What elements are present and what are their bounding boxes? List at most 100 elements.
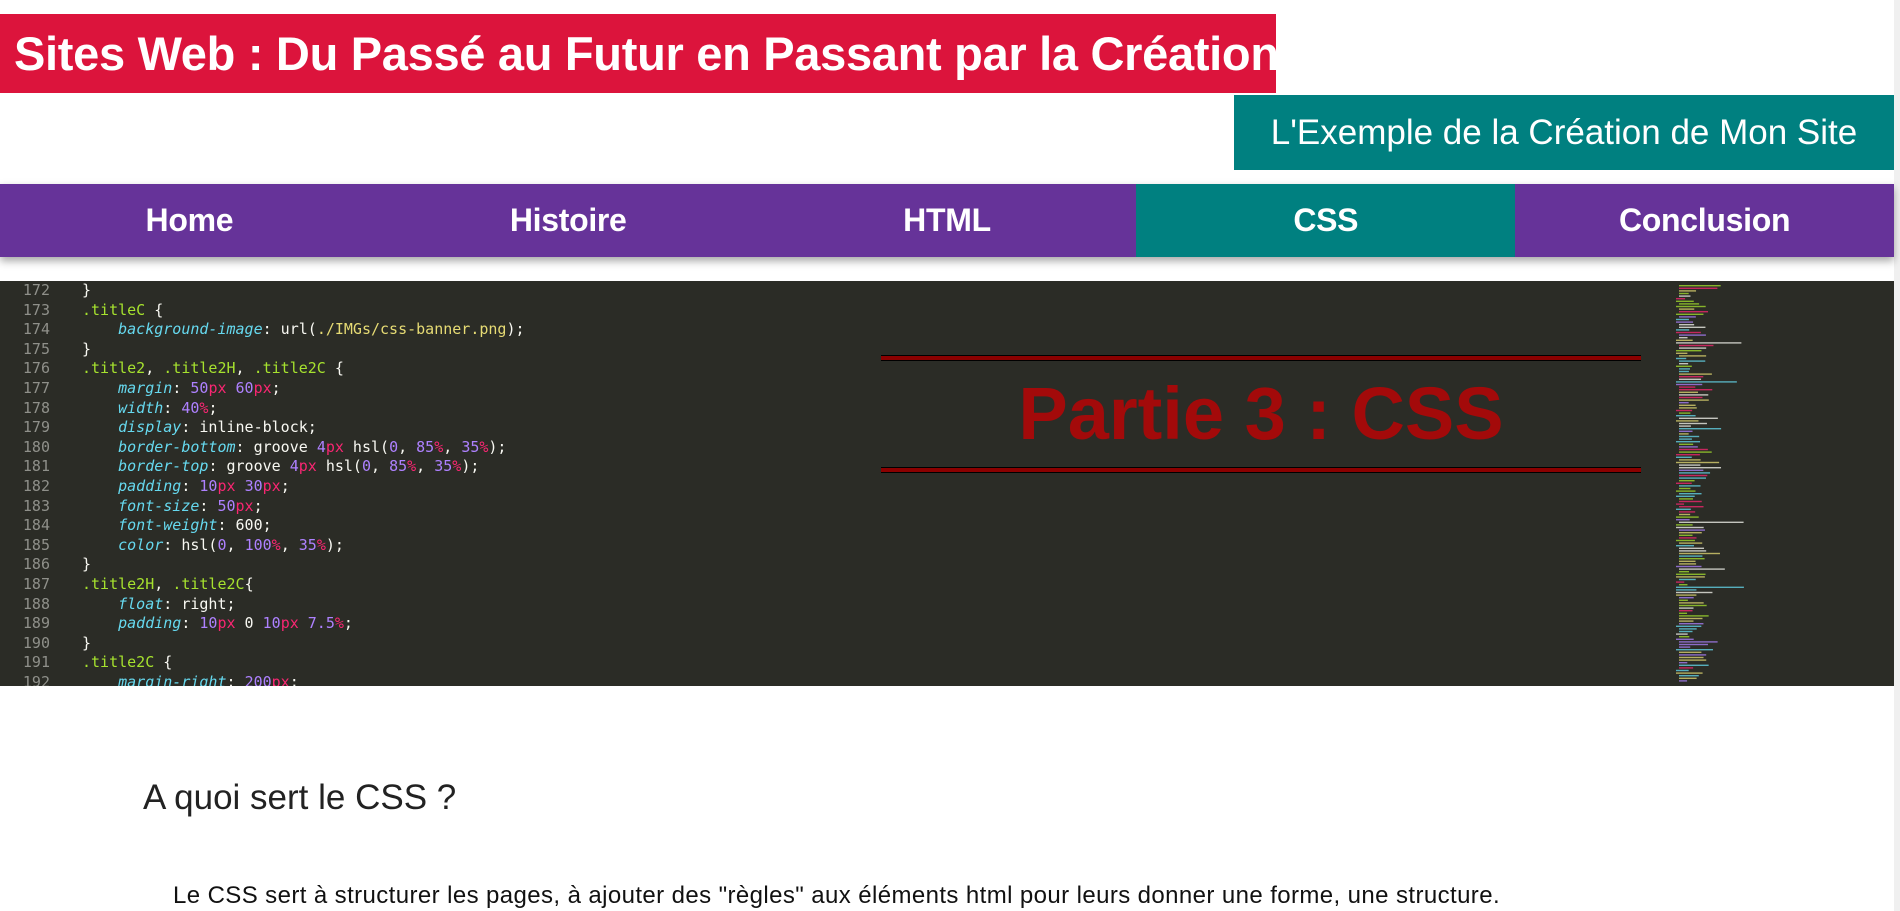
nav-item-home[interactable]: Home: [0, 184, 379, 257]
banner-title: Partie 3 : CSS: [1018, 372, 1504, 455]
minimap-line: [1676, 329, 1690, 331]
minimap-line: [1679, 344, 1714, 347]
code-line-number: 186: [22, 555, 50, 574]
code-line: 179 display: inline-block;: [0, 418, 525, 438]
minimap-line: [1676, 490, 1696, 492]
minimap-line: [1679, 448, 1708, 451]
section-heading: A quoi sert le CSS ?: [143, 778, 457, 817]
minimap-line: [1679, 308, 1695, 310]
minimap-line: [1679, 664, 1709, 666]
minimap-line: [1679, 620, 1694, 622]
minimap-line: [1679, 628, 1697, 630]
code-line: 175}: [0, 340, 525, 360]
minimap-line: [1679, 662, 1688, 664]
page-scrollbar-track[interactable]: [1894, 0, 1900, 911]
minimap-line: [1679, 563, 1697, 565]
minimap-line: [1679, 334, 1706, 336]
code-line: 178 width: 40%;: [0, 399, 525, 419]
code-line: 180 border-bottom: groove 4px hsl(0, 85%…: [0, 438, 525, 458]
minimap-line: [1676, 672, 1703, 674]
minimap-line: [1679, 404, 1696, 406]
minimap-line: [1679, 324, 1695, 326]
minimap-line: [1679, 659, 1707, 661]
minimap-line: [1679, 407, 1697, 409]
minimap-line: [1679, 506, 1704, 508]
minimap-line: [1679, 550, 1707, 552]
minimap-line: [1679, 511, 1696, 513]
code-screenshot: 172} 173 .titleC {174 background-image: ur…: [0, 281, 525, 686]
minimap-line: [1679, 464, 1701, 466]
code-line-number: 177: [22, 378, 50, 397]
minimap-line: [1679, 568, 1725, 570]
minimap-line: [1679, 667, 1694, 669]
minimap-line: [1679, 529, 1705, 531]
minimap-line: [1676, 495, 1695, 497]
nav-item-conclusion[interactable]: Conclusion: [1515, 184, 1894, 257]
minimap-line: [1679, 422, 1707, 425]
minimap-line: [1679, 459, 1701, 461]
nav-item-html[interactable]: HTML: [758, 184, 1137, 257]
minimap-line: [1679, 617, 1703, 620]
code-line-text: font-size: 50px;: [118, 496, 263, 515]
minimap-line: [1679, 584, 1688, 586]
minimap-line: [1679, 643, 1708, 646]
minimap-line: [1676, 383, 1703, 386]
code-line-number: 173: [22, 300, 50, 319]
minimap-line: [1679, 599, 1688, 601]
minimap-line: [1679, 680, 1688, 682]
minimap-line: [1679, 602, 1704, 604]
minimap-line: [1676, 649, 1713, 651]
code-line: 190}: [0, 634, 525, 654]
minimap-line: [1679, 368, 1691, 370]
minimap-line: [1679, 677, 1697, 679]
minimap-line: [1679, 615, 1709, 617]
minimap-line: [1676, 350, 1702, 352]
minimap-line: [1679, 435, 1700, 438]
minimap-line: [1679, 651, 1702, 653]
code-line-text: .title2C {: [82, 653, 173, 672]
code-line-text: margin: 50px 60px;: [118, 378, 281, 397]
nav-item-histoire[interactable]: Histoire: [379, 184, 758, 257]
minimap-line: [1679, 534, 1693, 536]
minimap-line: [1676, 321, 1694, 323]
minimap-line: [1676, 357, 1687, 360]
minimap-line: [1679, 597, 1694, 599]
minimap-line: [1676, 298, 1686, 300]
code-line: 182 padding: 10px 30px;: [0, 477, 525, 497]
minimap-line: [1676, 573, 1706, 575]
minimap-line: [1679, 438, 1692, 440]
minimap-line: [1679, 656, 1704, 659]
code-line-text: color: hsl(0, 100%, 35%);: [118, 535, 344, 554]
code-line-text: .title2, .title2H, .title2C {: [82, 359, 344, 378]
minimap-line: [1679, 394, 1709, 396]
minimap-line: [1679, 285, 1721, 287]
minimap-line: [1676, 409, 1693, 412]
minimap-line: [1679, 467, 1722, 469]
code-line-number: 191: [22, 653, 50, 672]
minimap-line: [1676, 576, 1705, 578]
nav-item-css[interactable]: CSS: [1136, 184, 1516, 257]
minimap-line: [1679, 355, 1707, 357]
banner-title-bottom-rule: [881, 468, 1641, 472]
minimap-line: [1676, 539, 1695, 542]
minimap-line: [1676, 342, 1742, 344]
minimap-line: [1676, 482, 1692, 484]
minimap-line: [1679, 654, 1707, 656]
code-line: 177 margin: 50px 60px;: [0, 379, 525, 399]
section-paragraph: Le CSS sert à structurer les pages, à aj…: [173, 882, 1501, 909]
minimap-line: [1676, 581, 1685, 583]
minimap-line: [1676, 633, 1688, 635]
minimap-line: [1679, 636, 1690, 638]
code-line: 189 padding: 10px 0 10px 7.5%;: [0, 614, 525, 634]
minimap-line: [1679, 521, 1744, 523]
minimap-line: [1679, 376, 1704, 378]
minimap-line: [1679, 412, 1691, 414]
code-line: 176 .title2, .title2H, .title2C {: [0, 359, 525, 379]
code-line: 186}: [0, 555, 525, 575]
minimap-line: [1679, 547, 1705, 549]
code-line-number: 184: [22, 516, 50, 535]
site-subtitle: L'Exemple de la Création de Mon Site: [1234, 95, 1894, 170]
minimap-line: [1679, 646, 1691, 648]
code-line-text: .title2H, .title2C{: [82, 574, 254, 593]
minimap-line: [1679, 480, 1695, 482]
